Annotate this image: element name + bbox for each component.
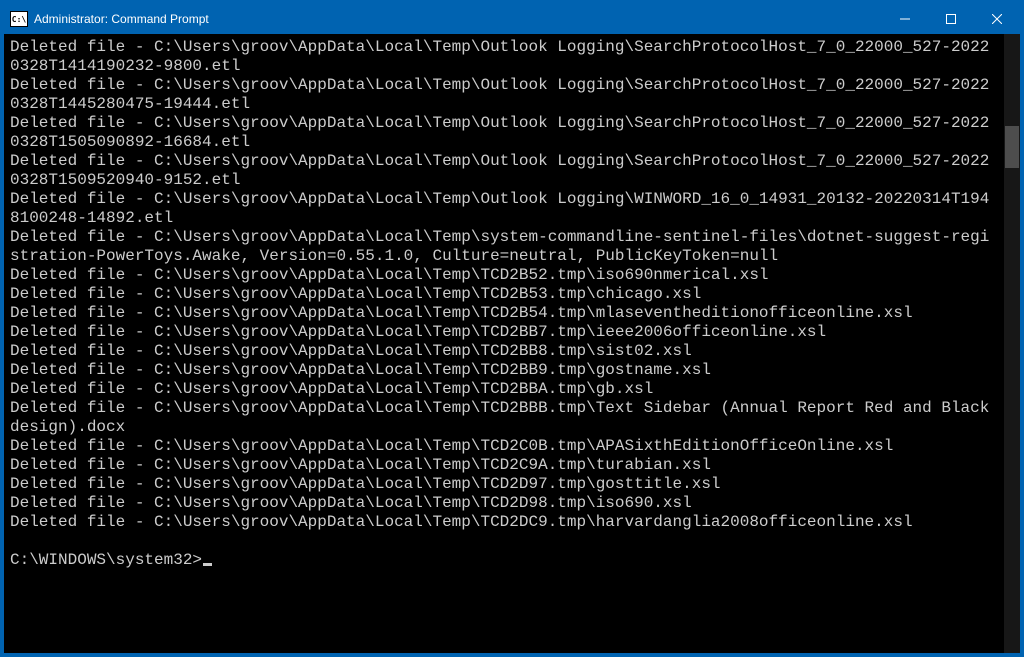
output-line: Deleted file - C:\Users\groov\AppData\Lo… xyxy=(10,152,989,189)
terminal-area: Deleted file - C:\Users\groov\AppData\Lo… xyxy=(4,34,1020,653)
cursor xyxy=(203,563,212,566)
scrollbar-track[interactable] xyxy=(1004,34,1020,653)
minimize-button[interactable] xyxy=(882,4,928,34)
terminal-output[interactable]: Deleted file - C:\Users\groov\AppData\Lo… xyxy=(4,34,1004,653)
close-button[interactable] xyxy=(974,4,1020,34)
command-prompt-window: C:\ Administrator: Command Prompt Delete… xyxy=(3,3,1021,654)
output-line: Deleted file - C:\Users\groov\AppData\Lo… xyxy=(10,38,989,75)
window-title: Administrator: Command Prompt xyxy=(34,12,209,26)
minimize-icon xyxy=(900,14,910,24)
output-line: Deleted file - C:\Users\groov\AppData\Lo… xyxy=(10,114,989,151)
output-line: Deleted file - C:\Users\groov\AppData\Lo… xyxy=(10,285,701,303)
output-line: Deleted file - C:\Users\groov\AppData\Lo… xyxy=(10,456,711,474)
prompt: C:\WINDOWS\system32> xyxy=(10,551,202,569)
scrollbar-thumb[interactable] xyxy=(1005,126,1019,168)
output-line: Deleted file - C:\Users\groov\AppData\Lo… xyxy=(10,361,711,379)
output-line: Deleted file - C:\Users\groov\AppData\Lo… xyxy=(10,228,989,265)
cmd-icon: C:\ xyxy=(10,11,28,27)
output-line: Deleted file - C:\Users\groov\AppData\Lo… xyxy=(10,190,989,227)
close-icon xyxy=(992,14,1002,24)
output-line: Deleted file - C:\Users\groov\AppData\Lo… xyxy=(10,304,913,322)
output-line: Deleted file - C:\Users\groov\AppData\Lo… xyxy=(10,266,769,284)
titlebar[interactable]: C:\ Administrator: Command Prompt xyxy=(4,4,1020,34)
output-line: Deleted file - C:\Users\groov\AppData\Lo… xyxy=(10,437,893,455)
output-line: Deleted file - C:\Users\groov\AppData\Lo… xyxy=(10,342,692,360)
output-line: Deleted file - C:\Users\groov\AppData\Lo… xyxy=(10,323,826,341)
maximize-icon xyxy=(946,14,956,24)
output-line: Deleted file - C:\Users\groov\AppData\Lo… xyxy=(10,475,721,493)
output-line: Deleted file - C:\Users\groov\AppData\Lo… xyxy=(10,513,913,531)
output-line: Deleted file - C:\Users\groov\AppData\Lo… xyxy=(10,399,999,436)
output-line: Deleted file - C:\Users\groov\AppData\Lo… xyxy=(10,494,692,512)
maximize-button[interactable] xyxy=(928,4,974,34)
output-line: Deleted file - C:\Users\groov\AppData\Lo… xyxy=(10,76,989,113)
output-line: Deleted file - C:\Users\groov\AppData\Lo… xyxy=(10,380,653,398)
